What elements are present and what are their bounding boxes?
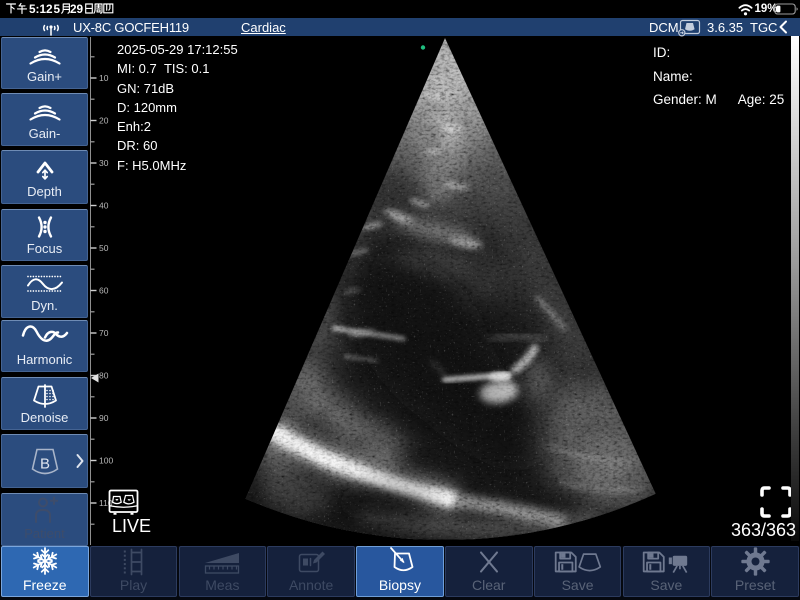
svg-text:20: 20 (99, 115, 109, 125)
svg-text:90: 90 (99, 413, 109, 423)
svg-text:100: 100 (99, 455, 113, 465)
svg-text:29: 29 (70, 2, 84, 16)
svg-text:40: 40 (99, 200, 109, 210)
svg-text:B: B (39, 455, 49, 472)
svg-text:50: 50 (99, 243, 109, 253)
svg-text:30: 30 (99, 158, 109, 168)
svg-text:10: 10 (99, 73, 109, 83)
svg-text:80: 80 (99, 370, 109, 380)
svg-text:70: 70 (99, 328, 109, 338)
svg-text:60: 60 (99, 285, 109, 295)
svg-text:5:12: 5:12 (29, 2, 53, 16)
svg-text:5: 5 (54, 2, 61, 16)
